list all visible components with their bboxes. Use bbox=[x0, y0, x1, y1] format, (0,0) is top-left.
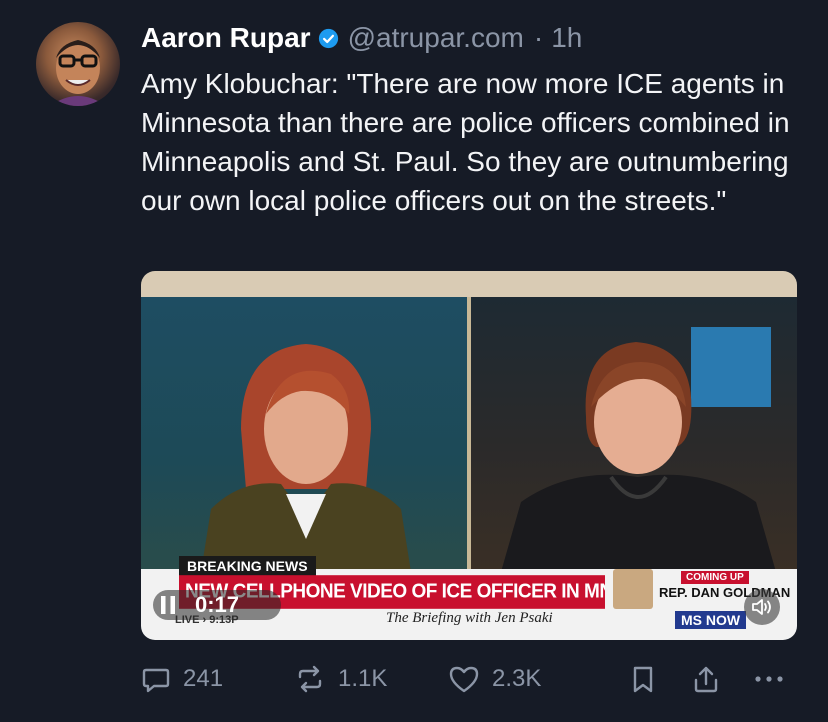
share-button[interactable] bbox=[692, 664, 720, 694]
studio-ceiling bbox=[141, 271, 797, 299]
reply-count: 241 bbox=[183, 665, 224, 692]
volume-button[interactable] bbox=[744, 589, 780, 625]
post-timestamp[interactable]: 1h bbox=[551, 22, 582, 54]
more-dots-icon bbox=[755, 676, 783, 682]
like-count: 2.3K bbox=[492, 665, 542, 692]
bookmark-button[interactable] bbox=[630, 664, 656, 694]
author-handle[interactable]: @atrupar.com bbox=[348, 22, 524, 54]
speaker-icon bbox=[752, 599, 771, 615]
guest-thumbnail bbox=[613, 569, 653, 609]
pause-button[interactable] bbox=[153, 590, 183, 620]
tweet-header: Aaron Rupar @atrupar.com · 1h bbox=[141, 18, 582, 58]
share-icon bbox=[694, 666, 718, 693]
repost-count: 1.1K bbox=[338, 665, 388, 692]
tweet-actions: 241 1.1K 2.3K bbox=[0, 660, 828, 704]
breaking-news-label: BREAKING NEWS bbox=[179, 556, 316, 576]
reply-button[interactable]: 241 bbox=[141, 664, 223, 694]
playback-controls: 0:17 bbox=[153, 590, 281, 620]
video-elapsed-time: 0:17 bbox=[195, 592, 240, 617]
bookmark-icon bbox=[633, 666, 653, 693]
coming-up-label: COMING UP bbox=[681, 571, 749, 584]
author-name[interactable]: Aaron Rupar bbox=[141, 22, 311, 54]
pause-icon bbox=[161, 596, 175, 614]
network-logo: MS NOW bbox=[675, 611, 747, 629]
video-player[interactable]: BREAKING NEWS NEW CELLPHONE VIDEO OF ICE… bbox=[141, 271, 797, 640]
more-options-button[interactable] bbox=[752, 664, 786, 694]
author-avatar[interactable] bbox=[36, 22, 120, 106]
header-separator: · bbox=[533, 22, 544, 53]
like-button[interactable]: 2.3K bbox=[448, 664, 541, 694]
repost-button[interactable]: 1.1K bbox=[294, 664, 387, 694]
video-left-pane bbox=[141, 297, 467, 572]
heart-icon bbox=[449, 666, 479, 693]
repost-icon bbox=[298, 665, 322, 693]
video-right-pane bbox=[471, 297, 797, 572]
tweet-text: Amy Klobuchar: "There are now more ICE a… bbox=[141, 68, 790, 216]
verified-badge-icon bbox=[318, 28, 339, 49]
show-name: The Briefing with Jen Psaki bbox=[386, 610, 553, 626]
reply-icon bbox=[142, 668, 170, 693]
